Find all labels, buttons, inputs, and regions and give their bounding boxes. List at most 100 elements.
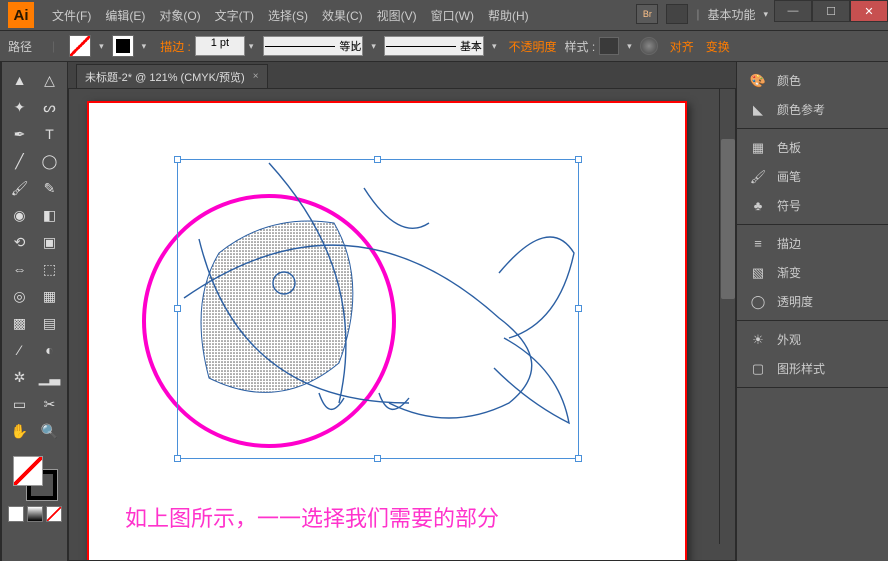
gradient-tool[interactable]: ▤ bbox=[36, 311, 64, 335]
grid-icon: ▦ bbox=[749, 140, 767, 156]
chevron-down-icon[interactable]: ▾ bbox=[492, 41, 497, 52]
menu-view[interactable]: 视图(V) bbox=[371, 3, 423, 28]
width-tool[interactable]: ⇔ bbox=[6, 257, 34, 281]
none-mode[interactable] bbox=[46, 506, 62, 522]
tab-title: 未标题-2* @ 121% (CMYK/预览) bbox=[85, 69, 245, 85]
panel-appearance[interactable]: ☀外观 bbox=[737, 325, 888, 354]
fill-stroke-control[interactable] bbox=[13, 456, 57, 500]
panel-graphic-styles[interactable]: ▢图形样式 bbox=[737, 354, 888, 383]
options-bar: 路径 | ▾ ▾ 描边 : 1 pt ▾ 等比 ▾ 基本 ▾ 不透明度 样式 :… bbox=[0, 30, 888, 62]
vertical-scrollbar[interactable] bbox=[719, 89, 735, 544]
scale-tool[interactable]: ▣ bbox=[36, 230, 64, 254]
panel-symbols[interactable]: ♣符号 bbox=[737, 191, 888, 220]
window-controls: — ☐ ✕ bbox=[774, 0, 888, 22]
artboard: 如上图所示，一一选择我们需要的部分 bbox=[87, 101, 687, 561]
menu-edit[interactable]: 编辑(E) bbox=[99, 3, 151, 28]
perspective-tool[interactable]: ▦ bbox=[36, 284, 64, 308]
selection-tool[interactable]: ▲ bbox=[6, 68, 34, 92]
graph-tool[interactable]: ▁▃ bbox=[36, 365, 64, 389]
free-transform-tool[interactable]: ⬚ bbox=[36, 257, 64, 281]
recolor-button[interactable] bbox=[640, 37, 658, 55]
circle-icon: ◯ bbox=[749, 294, 767, 310]
mesh-tool[interactable]: ▩ bbox=[6, 311, 34, 335]
panel-stroke[interactable]: ≡描边 bbox=[737, 229, 888, 258]
zoom-tool[interactable]: 🔍 bbox=[36, 419, 64, 443]
panel-color-guide[interactable]: ◣颜色参考 bbox=[737, 95, 888, 124]
context-label: 路径 bbox=[8, 38, 32, 55]
color-mode[interactable] bbox=[8, 506, 24, 522]
bridge-button[interactable]: Br bbox=[636, 4, 658, 24]
pen-tool[interactable]: ✒ bbox=[6, 122, 34, 146]
menu-help[interactable]: 帮助(H) bbox=[482, 3, 535, 28]
document-area: 未标题-2* @ 121% (CMYK/预览) × bbox=[68, 62, 736, 561]
rotate-tool[interactable]: ⟲ bbox=[6, 230, 34, 254]
opacity-label[interactable]: 不透明度 bbox=[508, 38, 556, 55]
blob-brush-tool[interactable]: ◉ bbox=[6, 203, 34, 227]
menu-object[interactable]: 对象(O) bbox=[153, 3, 206, 28]
rectangle-tool[interactable]: ◯ bbox=[36, 149, 64, 173]
chevron-down-icon[interactable]: ▾ bbox=[142, 41, 147, 52]
menu-window[interactable]: 窗口(W) bbox=[425, 3, 480, 28]
shape-builder-tool[interactable]: ◎ bbox=[6, 284, 34, 308]
minimize-button[interactable]: — bbox=[774, 0, 812, 22]
stepper-icon[interactable]: ▾ bbox=[249, 41, 254, 52]
menu-select[interactable]: 选择(S) bbox=[262, 3, 314, 28]
canvas[interactable]: 如上图所示，一一选择我们需要的部分 bbox=[68, 88, 736, 561]
align-link[interactable]: 对齐 bbox=[670, 38, 694, 55]
type-tool[interactable]: T bbox=[36, 122, 64, 146]
instruction-caption: 如上图所示，一一选择我们需要的部分 bbox=[125, 501, 499, 533]
chevron-down-icon[interactable]: ▾ bbox=[627, 41, 632, 52]
arrange-button[interactable] bbox=[666, 4, 688, 24]
magic-wand-tool[interactable]: ✦ bbox=[6, 95, 34, 119]
workspace-switcher[interactable]: 基本功能 bbox=[707, 6, 755, 23]
menu-file[interactable]: 文件(F) bbox=[46, 3, 97, 28]
symbol-sprayer-tool[interactable]: ✲ bbox=[6, 365, 34, 389]
maximize-button[interactable]: ☐ bbox=[812, 0, 850, 22]
paintbrush-tool[interactable]: 🖌 bbox=[6, 176, 34, 200]
stroke-weight-input[interactable]: 1 pt bbox=[195, 36, 245, 56]
stroke-label[interactable]: 描边 : bbox=[160, 38, 191, 55]
slice-tool[interactable]: ✂ bbox=[36, 392, 64, 416]
blend-tool[interactable]: ◐ bbox=[36, 338, 64, 362]
panel-gradient[interactable]: ▧渐变 bbox=[737, 258, 888, 287]
direct-selection-tool[interactable]: △ bbox=[36, 68, 64, 92]
profile-dropdown[interactable]: 等比 bbox=[263, 36, 363, 56]
line-tool[interactable]: ╱ bbox=[6, 149, 34, 173]
main-menu: 文件(F) 编辑(E) 对象(O) 文字(T) 选择(S) 效果(C) 视图(V… bbox=[46, 3, 535, 28]
panel-transparency[interactable]: ◯透明度 bbox=[737, 287, 888, 316]
document-tab[interactable]: 未标题-2* @ 121% (CMYK/预览) × bbox=[76, 64, 268, 88]
menu-effect[interactable]: 效果(C) bbox=[316, 3, 369, 28]
fill-box[interactable] bbox=[13, 456, 43, 486]
style-label: 样式 : bbox=[564, 38, 595, 55]
panel-brushes[interactable]: 🖌画笔 bbox=[737, 162, 888, 191]
lasso-tool[interactable]: ᔕ bbox=[36, 95, 64, 119]
close-button[interactable]: ✕ bbox=[850, 0, 888, 22]
style-swatch[interactable] bbox=[599, 37, 619, 55]
menu-type[interactable]: 文字(T) bbox=[209, 3, 260, 28]
chevron-down-icon: ▾ bbox=[763, 9, 768, 20]
panel-swatches[interactable]: ▦色板 bbox=[737, 133, 888, 162]
transform-link[interactable]: 变换 bbox=[706, 38, 730, 55]
hand-tool[interactable]: ✋ bbox=[6, 419, 34, 443]
artboard-tool[interactable]: ▭ bbox=[6, 392, 34, 416]
tools-panel: ▲△ ✦ᔕ ✒T ╱◯ 🖌✎ ◉◧ ⟲▣ ⇔⬚ ◎▦ ▩▤ ⁄◐ ✲▁▃ ▭✂ … bbox=[0, 62, 68, 561]
panel-color[interactable]: 🎨颜色 bbox=[737, 66, 888, 95]
right-panels: 🎨颜色 ◣颜色参考 ▦色板 🖌画笔 ♣符号 ≡描边 ▧渐变 ◯透明度 ☀外观 ▢… bbox=[736, 62, 888, 561]
chevron-down-icon[interactable]: ▾ bbox=[371, 41, 376, 52]
scrollbar-thumb[interactable] bbox=[721, 139, 735, 299]
eraser-tool[interactable]: ◧ bbox=[36, 203, 64, 227]
brush-dropdown[interactable]: 基本 bbox=[384, 36, 484, 56]
header-right-controls: Br | 基本功能 ▾ bbox=[636, 4, 768, 24]
eyedropper-tool[interactable]: ⁄ bbox=[6, 338, 34, 362]
fill-swatch[interactable] bbox=[69, 35, 91, 57]
clover-icon: ♣ bbox=[749, 198, 767, 214]
gradient-icon: ▧ bbox=[749, 265, 767, 281]
chevron-down-icon[interactable]: ▾ bbox=[99, 41, 104, 52]
pencil-tool[interactable]: ✎ bbox=[36, 176, 64, 200]
titlebar: Ai 文件(F) 编辑(E) 对象(O) 文字(T) 选择(S) 效果(C) 视… bbox=[0, 0, 888, 30]
close-tab-icon[interactable]: × bbox=[253, 71, 259, 82]
stroke-swatch[interactable] bbox=[112, 35, 134, 57]
color-mode-switches bbox=[8, 506, 62, 522]
selection-bounds[interactable] bbox=[177, 159, 579, 459]
gradient-mode[interactable] bbox=[27, 506, 43, 522]
